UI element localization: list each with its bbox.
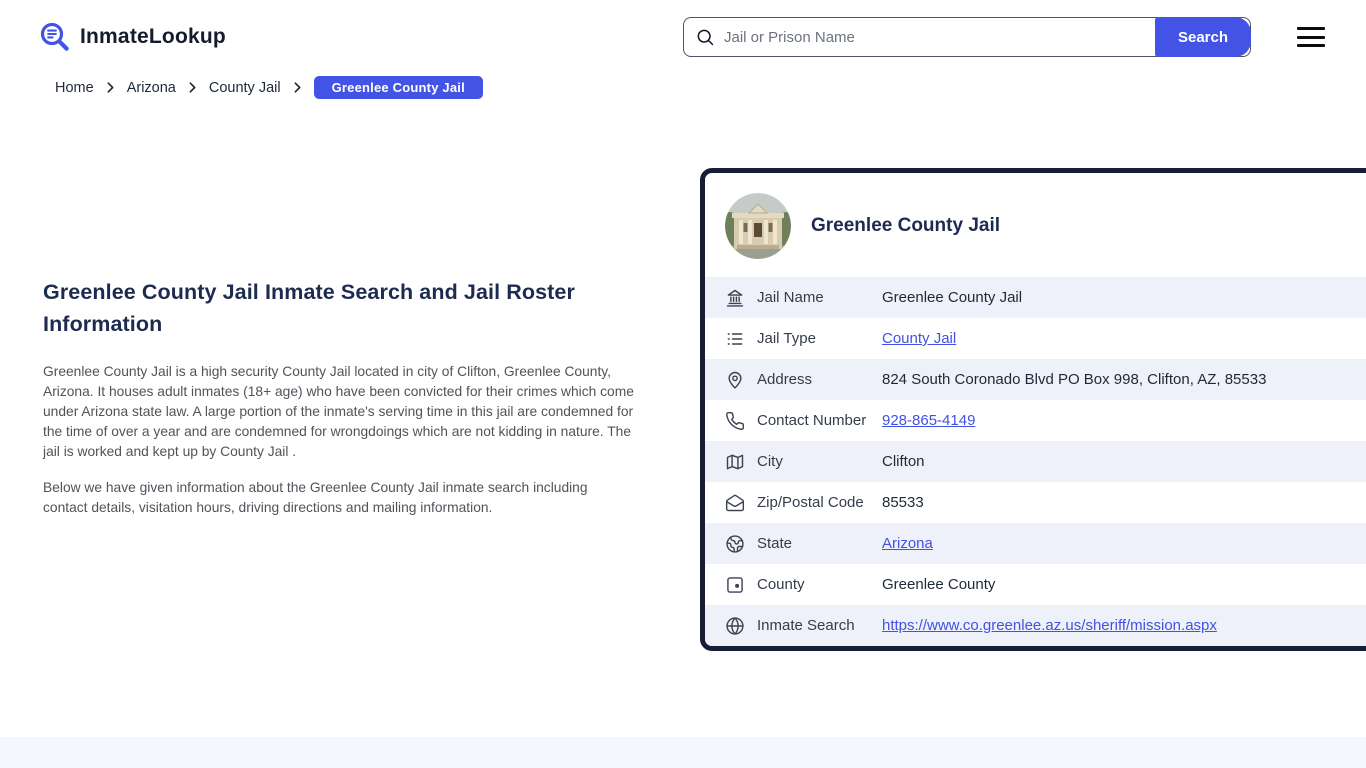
row-label: Zip/Postal Code xyxy=(757,494,864,511)
row-label: Inmate Search xyxy=(757,617,855,634)
row-value-link[interactable]: 928-865-4149 xyxy=(882,412,975,429)
row-value: 928-865-4149 xyxy=(882,412,975,429)
footer-strip xyxy=(0,737,1366,768)
row-value: Greenlee County xyxy=(882,576,996,593)
page-title: Greenlee County Jail Inmate Search and J… xyxy=(43,280,575,336)
map-pinned-icon xyxy=(725,575,745,595)
jail-card-title: Greenlee County Jail xyxy=(811,215,1001,236)
earth-icon xyxy=(725,534,745,554)
row-label: State xyxy=(757,535,793,552)
top-header: InmateLookup Search xyxy=(0,0,1366,64)
menu-icon[interactable] xyxy=(1297,27,1325,47)
card-header: Greenlee County Jail xyxy=(705,173,1366,277)
list-icon xyxy=(725,329,745,349)
site-logo[interactable]: InmateLookup xyxy=(38,20,226,54)
row-label: County xyxy=(757,576,805,593)
row-value: Arizona xyxy=(882,535,933,552)
phone-icon xyxy=(725,411,745,431)
search-bar: Search xyxy=(683,17,1251,57)
search-icon xyxy=(697,29,714,46)
info-row: Address 824 South Coronado Blvd PO Box 9… xyxy=(705,359,1366,400)
row-value: Greenlee County Jail xyxy=(882,289,1023,306)
row-label: City xyxy=(757,453,783,470)
jail-info-card: Greenlee County Jail Jail Name Greenlee … xyxy=(700,168,1366,651)
row-label: Jail Name xyxy=(757,289,824,306)
jail-photo-avatar xyxy=(725,193,791,259)
search-button[interactable]: Search xyxy=(1155,17,1251,57)
magnifier-list-icon xyxy=(40,22,69,51)
brand-name: InmateLookup xyxy=(80,25,226,48)
map-icon xyxy=(725,452,745,472)
info-row: City Clifton xyxy=(705,441,1366,482)
chevron-right-icon xyxy=(291,81,304,94)
row-label: Address xyxy=(757,371,813,388)
row-value: 85533 xyxy=(882,494,924,511)
row-value: County Jail xyxy=(882,330,956,347)
jail-info-rows: Jail Name Greenlee County Jail Jail Type… xyxy=(705,277,1366,646)
info-row: County Greenlee County xyxy=(705,564,1366,605)
breadcrumb-arizona[interactable]: Arizona xyxy=(127,80,176,96)
breadcrumb-county-jail[interactable]: County Jail xyxy=(209,80,281,96)
landmark-icon xyxy=(725,288,745,308)
secondary-paragraph: Below we have given information about th… xyxy=(43,480,588,515)
intro-paragraph: Greenlee County Jail is a high security … xyxy=(43,364,634,459)
breadcrumb-current-pill: Greenlee County Jail xyxy=(313,76,483,99)
row-label: Jail Type xyxy=(757,330,816,347)
row-value: Clifton xyxy=(882,453,925,470)
info-row: Zip/Postal Code 85533 xyxy=(705,482,1366,523)
info-row: State Arizona xyxy=(705,523,1366,564)
info-row: Contact Number 928-865-4149 xyxy=(705,400,1366,441)
info-row: Inmate Search https://www.co.greenlee.az… xyxy=(705,605,1366,646)
row-value-link[interactable]: Arizona xyxy=(882,535,933,552)
row-label: Contact Number xyxy=(757,412,867,429)
chevron-right-icon xyxy=(104,81,117,94)
info-row: Jail Name Greenlee County Jail xyxy=(705,277,1366,318)
row-value-link[interactable]: https://www.co.greenlee.az.us/sheriff/mi… xyxy=(882,617,1217,634)
globe-meridians-icon xyxy=(725,616,745,636)
row-value-link[interactable]: County Jail xyxy=(882,330,956,347)
mail-icon xyxy=(725,493,745,513)
info-row: Jail Type County Jail xyxy=(705,318,1366,359)
row-value: 824 South Coronado Blvd PO Box 998, Clif… xyxy=(882,371,1267,388)
map-pin-icon xyxy=(725,370,745,390)
chevron-right-icon xyxy=(186,81,199,94)
row-value: https://www.co.greenlee.az.us/sheriff/mi… xyxy=(882,617,1217,634)
article-column: Greenlee County Jail Inmate Search and J… xyxy=(43,276,635,534)
breadcrumb-home[interactable]: Home xyxy=(55,80,94,96)
breadcrumb: Home Arizona County Jail Greenlee County… xyxy=(55,76,483,99)
